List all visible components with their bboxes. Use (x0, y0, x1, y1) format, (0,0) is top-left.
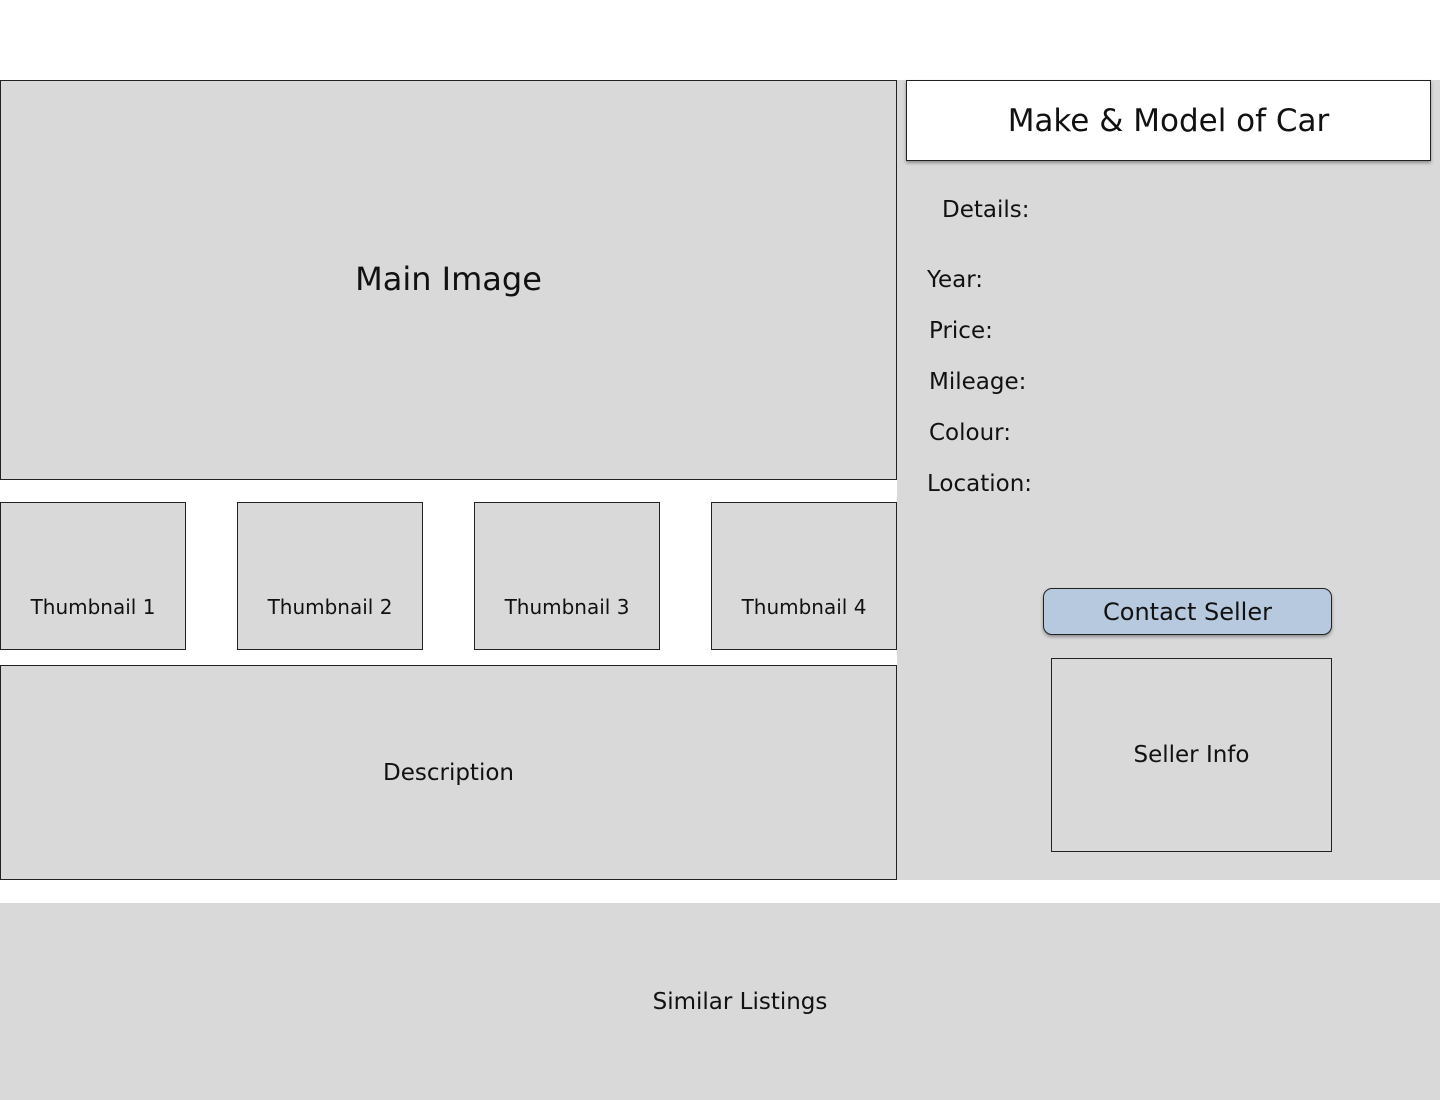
main-image[interactable]: Main Image (0, 80, 897, 480)
similar-listings-section: Similar Listings (0, 903, 1440, 1100)
details-heading: Details: (942, 197, 1030, 223)
thumbnail-2[interactable]: Thumbnail 2 (237, 502, 423, 650)
description-box: Description (0, 665, 897, 880)
description-label: Description (383, 759, 514, 786)
detail-mileage-label: Mileage: (929, 369, 1027, 395)
listing-title-box: Make & Model of Car (906, 80, 1431, 161)
thumbnail-label: Thumbnail 4 (741, 595, 867, 619)
thumbnail-4[interactable]: Thumbnail 4 (711, 502, 897, 650)
thumbnail-3[interactable]: Thumbnail 3 (474, 502, 660, 650)
contact-seller-button[interactable]: Contact Seller (1043, 588, 1332, 635)
listing-title: Make & Model of Car (1007, 102, 1330, 139)
thumbnail-label: Thumbnail 2 (267, 595, 393, 619)
thumbnail-label: Thumbnail 1 (30, 595, 156, 619)
detail-location-label: Location: (927, 471, 1033, 497)
seller-info-label: Seller Info (1133, 742, 1250, 768)
main-image-label: Main Image (355, 260, 542, 298)
thumbnail-1[interactable]: Thumbnail 1 (0, 502, 186, 650)
seller-info-box: Seller Info (1051, 658, 1332, 852)
detail-colour-label: Colour: (929, 420, 1011, 446)
detail-year-label: Year: (927, 267, 984, 293)
similar-listings-label: Similar Listings (652, 988, 828, 1015)
detail-price-label: Price: (929, 318, 993, 344)
thumbnail-label: Thumbnail 3 (504, 595, 630, 619)
